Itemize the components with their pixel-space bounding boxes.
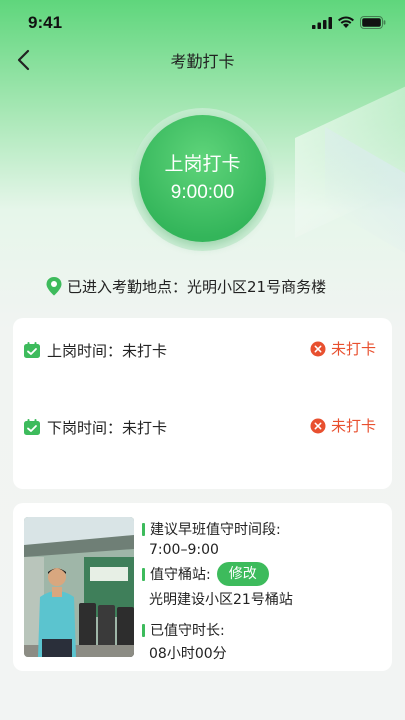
on-duty-status: 未打卡	[310, 338, 376, 359]
suggest-value: 7:00–9:00	[149, 542, 219, 558]
duration-value: 08小时00分	[149, 646, 227, 662]
error-circle-icon	[310, 341, 326, 356]
on-duty-row: 上岗时间： 未打卡	[23, 340, 167, 360]
wifi-icon	[338, 16, 354, 28]
error-circle-icon	[310, 418, 326, 433]
station-block: 值守桶站: 修改 光明建设小区21号桶站	[142, 562, 293, 609]
calendar-check-icon	[24, 419, 40, 435]
suggest-block: 建议早班值守时间段: 7:00–9:00	[142, 519, 281, 558]
suggest-label: 建议早班值守时间段:	[142, 519, 281, 539]
location-status: 已进入考勤地点：光明小区21号商务楼	[45, 275, 326, 297]
on-duty-status-text: 未打卡	[330, 340, 376, 358]
status-time: 9:41	[28, 13, 63, 32]
punch-label: 上岗打卡	[164, 152, 241, 175]
duration-label: 已值守时长:	[142, 620, 227, 640]
on-duty-label: 上岗时间：	[47, 341, 123, 360]
off-duty-label: 下岗时间：	[47, 418, 123, 437]
punch-in-button[interactable]: 上岗打卡 9:00:00	[139, 115, 266, 242]
duty-info-card: 建议早班值守时间段: 7:00–9:00 值守桶站: 修改 光明建设小区21号桶…	[13, 503, 392, 671]
duration-block: 已值守时长: 08小时00分	[142, 620, 227, 663]
location-text: 已进入考勤地点：光明小区21号商务楼	[67, 277, 327, 296]
location-pin-icon	[46, 277, 62, 296]
off-duty-value: 未打卡	[122, 418, 168, 437]
station-value: 光明建设小区21号桶站	[149, 592, 293, 608]
duty-person-photo	[24, 517, 134, 657]
punch-time: 9:00:00	[170, 181, 235, 203]
on-duty-value: 未打卡	[122, 341, 168, 360]
off-duty-row: 下岗时间： 未打卡	[23, 417, 167, 437]
status-bar: 9:41	[0, 0, 405, 44]
edit-station-button[interactable]: 修改	[216, 562, 269, 586]
off-duty-status-text: 未打卡	[330, 417, 376, 435]
off-duty-status: 未打卡	[310, 415, 376, 436]
battery-icon	[360, 16, 386, 29]
calendar-check-icon	[24, 342, 40, 358]
cellular-signal-icon	[312, 17, 332, 29]
station-label: 值守桶站:	[150, 567, 211, 583]
page-title: 考勤打卡	[170, 52, 235, 71]
attendance-card: 上岗时间： 未打卡 未打卡 下岗时间： 未打卡 未打卡	[13, 318, 392, 489]
